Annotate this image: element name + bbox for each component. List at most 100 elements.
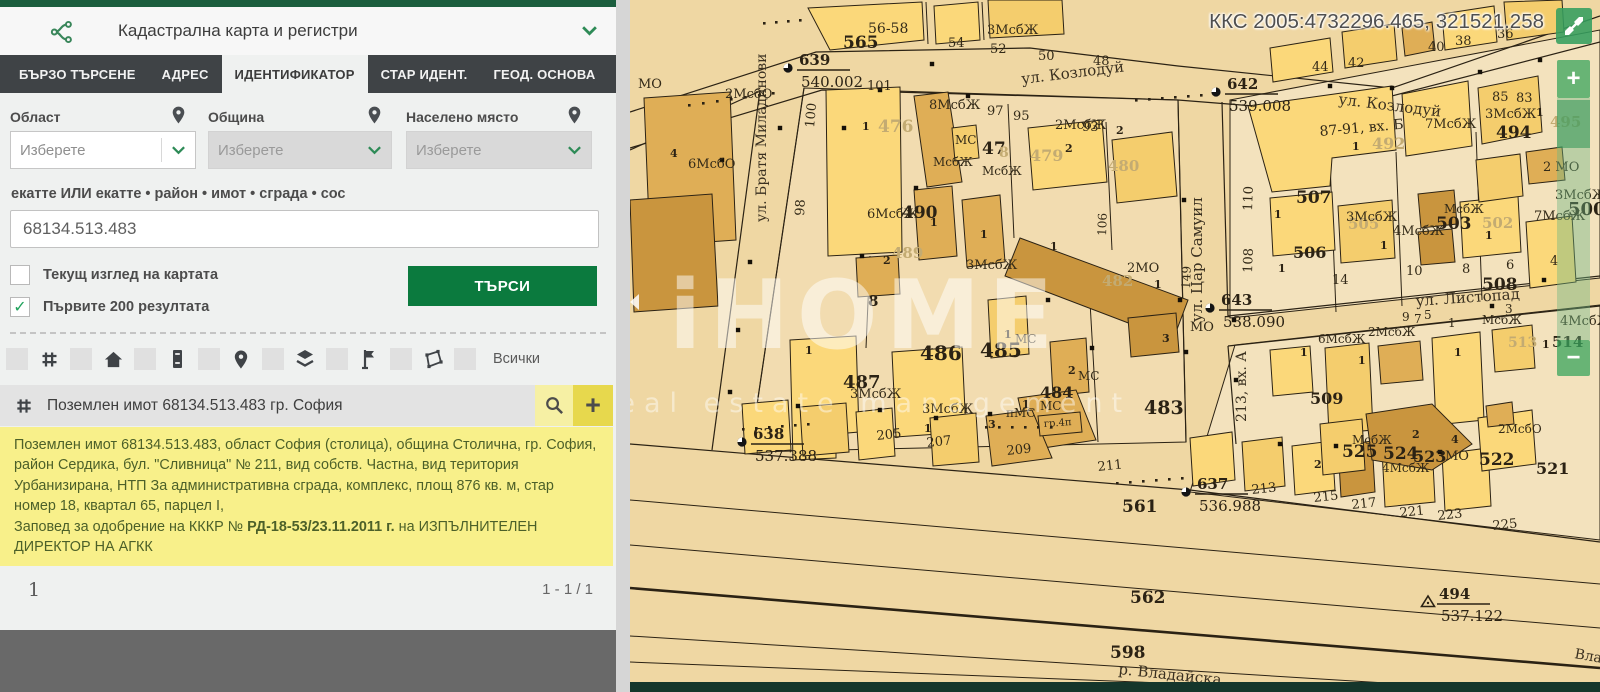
svg-text:98: 98: [793, 199, 809, 216]
first200-checkbox[interactable]: ✓: [10, 297, 30, 317]
svg-text:1: 1: [1454, 346, 1462, 359]
svg-text:1: 1: [1542, 338, 1550, 351]
select-0[interactable]: Изберете: [10, 131, 196, 169]
filter-checkbox-2[interactable]: [134, 348, 156, 370]
svg-text:48: 48: [1093, 54, 1110, 69]
select-value: Изберете: [20, 142, 86, 159]
select-1[interactable]: Изберете: [208, 131, 392, 169]
svg-text:1: 1: [1536, 106, 1544, 119]
search-form: ОбластИзберетеОбщинаИзберетеНаселено мяс…: [0, 93, 616, 630]
svg-text:42: 42: [1348, 56, 1365, 71]
page-range: 1 - 1 / 1: [542, 581, 593, 598]
filter-checkbox-4[interactable]: [262, 348, 284, 370]
svg-text:52: 52: [990, 42, 1007, 57]
svg-text:1: 1: [1050, 240, 1058, 253]
svg-text:538.090: 538.090: [1223, 313, 1285, 331]
svg-text:9: 9: [1402, 310, 1410, 324]
svg-text:85: 85: [1492, 90, 1509, 105]
identifier-input[interactable]: [10, 210, 599, 248]
current-view-checkbox[interactable]: [10, 265, 30, 285]
svg-text:6: 6: [1506, 258, 1514, 273]
fullscreen-button[interactable]: [1556, 8, 1592, 44]
cadastral-map[interactable]: ул. Козлодуйул. Козлодуйул. Братя Милади…: [630, 0, 1600, 692]
svg-text:537.388: 537.388: [755, 447, 817, 465]
tab-0[interactable]: БЪРЗО ТЪРСЕНЕ: [6, 55, 149, 93]
svg-text:1: 1: [1380, 239, 1388, 252]
zoom-out-button[interactable]: −: [1557, 340, 1590, 376]
svg-text:МсбЖ: МсбЖ: [933, 155, 973, 169]
svg-text:40: 40: [1428, 40, 1445, 55]
chevron-down-icon: [161, 138, 186, 162]
tab-2[interactable]: ИДЕНТИФИКАТОР: [222, 55, 368, 93]
svg-text:2МсбЖ: 2МсбЖ: [1055, 118, 1107, 133]
svg-text:1: 1: [930, 216, 938, 229]
svg-text:642: 642: [1227, 75, 1258, 93]
svg-text:508: 508: [1482, 275, 1518, 295]
tab-3[interactable]: СТАР ИДЕНТ.: [368, 55, 481, 93]
zoom-slider-handle[interactable]: [1557, 100, 1590, 148]
flag-icon: [357, 347, 381, 371]
svg-text:2МО: 2МО: [1127, 261, 1159, 276]
svg-text:638: 638: [753, 425, 784, 443]
chevron-down-icon[interactable]: [581, 24, 598, 42]
filter-checkbox-1[interactable]: [70, 348, 92, 370]
checkbox-row-current-view: Текущ изглед на картата: [10, 265, 218, 285]
panel-map-divider[interactable]: [616, 0, 630, 692]
branch-network-icon: [50, 19, 76, 50]
svg-text:221: 221: [1399, 503, 1425, 521]
svg-text:480: 480: [1108, 157, 1139, 175]
select-value: Изберете: [416, 142, 482, 159]
zoom-to-result-button[interactable]: [535, 385, 573, 426]
svg-text:4: 4: [670, 147, 678, 160]
svg-text:6МсбЖ: 6МсбЖ: [867, 207, 919, 222]
select-2[interactable]: Изберете: [406, 131, 592, 169]
svg-text:1: 1: [1448, 316, 1456, 330]
svg-text:489: 489: [892, 244, 923, 262]
add-result-button[interactable]: +: [573, 385, 613, 426]
svg-text:522: 522: [1479, 450, 1515, 470]
svg-text:521: 521: [1536, 459, 1569, 478]
svg-text:1: 1: [1485, 229, 1493, 242]
svg-text:real estate management: real estate management: [630, 388, 1131, 419]
svg-text:ул. Цар Самуил: ул. Цар Самуил: [1188, 197, 1206, 322]
zoom-in-button[interactable]: +: [1557, 60, 1590, 98]
svg-text:483: 483: [1144, 397, 1184, 419]
search-button[interactable]: ТЪРСИ: [408, 266, 597, 306]
select-label: Населено място: [406, 109, 518, 125]
svg-text:494: 494: [1496, 123, 1532, 143]
tab-4[interactable]: ГЕОД. ОСНОВА: [480, 55, 608, 93]
svg-text:561: 561: [1122, 497, 1158, 517]
checkbox-row-first200: ✓ Първите 200 резултата: [10, 297, 209, 317]
filter-checkbox-0[interactable]: [6, 348, 28, 370]
svg-text:МсбЖ: МсбЖ: [1444, 202, 1484, 216]
svg-text:8: 8: [1462, 262, 1470, 277]
svg-text:643: 643: [1221, 291, 1252, 309]
svg-text:223: 223: [1437, 506, 1463, 524]
result-row[interactable]: Поземлен имот 68134.513.483 гр. София +: [0, 385, 613, 426]
page-number[interactable]: 1: [28, 579, 40, 601]
panel-collapse-arrow[interactable]: [630, 294, 639, 310]
pin-icon: [229, 347, 253, 371]
svg-text:1: 1: [980, 228, 988, 241]
panel-footer: [0, 630, 616, 692]
svg-text:479: 479: [1030, 146, 1063, 165]
chevron-down-icon: [358, 138, 382, 162]
svg-text:598: 598: [1110, 643, 1146, 663]
filter-checkbox-3[interactable]: [198, 348, 220, 370]
svg-text:8: 8: [999, 145, 1009, 161]
svg-text:4: 4: [1451, 433, 1459, 446]
svg-text:4МсбЖ: 4МсбЖ: [1382, 461, 1430, 475]
tab-1[interactable]: АДРЕС: [149, 55, 222, 93]
svg-text:83: 83: [1516, 91, 1533, 106]
svg-text:44: 44: [1312, 60, 1329, 75]
region-select-col-2: Населено място Изберете: [406, 103, 592, 169]
filter-checkbox-all[interactable]: [454, 348, 476, 370]
location-pin-icon: [171, 105, 186, 130]
filter-all-label: Всички: [493, 351, 540, 367]
select-label: Община: [208, 109, 264, 125]
filter-checkbox-5[interactable]: [326, 348, 348, 370]
filter-checkbox-6[interactable]: [390, 348, 412, 370]
svg-text:211: 211: [1097, 457, 1123, 475]
svg-text:2: 2: [1116, 124, 1124, 137]
svg-text:106: 106: [1095, 213, 1110, 236]
